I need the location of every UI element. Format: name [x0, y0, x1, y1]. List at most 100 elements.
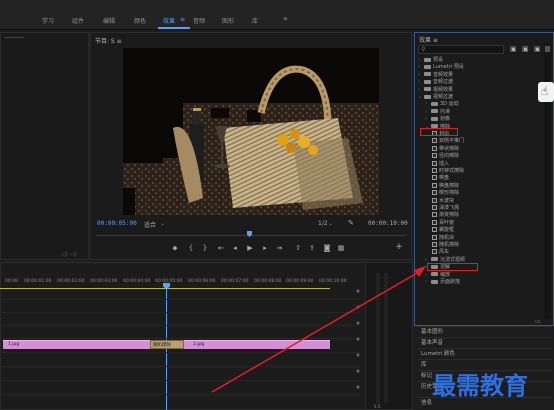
- effect-item[interactable]: 棋盘: [418, 175, 449, 182]
- chevron-down-icon[interactable]: ⌄: [328, 220, 333, 227]
- effect-label: 视频效果: [433, 86, 454, 93]
- chevron-down-icon[interactable]: ⌄: [160, 220, 165, 227]
- effects-folder[interactable]: › Lumetri 预设: [418, 64, 464, 71]
- effect-item[interactable]: 棋盘擦除: [418, 182, 459, 190]
- ruler-tick-label: 00:00:03:00: [90, 279, 118, 284]
- effects-folder[interactable]: › 音频过渡: [418, 79, 453, 86]
- effect-label: 3D 运动: [440, 101, 459, 108]
- transition-icon: [432, 153, 437, 159]
- effect-item[interactable]: 随机擦除: [418, 242, 459, 249]
- effect-item[interactable]: 水波块: [418, 197, 455, 205]
- workspace-bar: 学习 组件 编辑 颜色 效果 ≡ 音频 图形 库 »: [0, 0, 554, 30]
- overflow-icon[interactable]: »: [283, 14, 288, 23]
- compare-icon[interactable]: ▦: [336, 244, 346, 253]
- workspace-tab-learn[interactable]: 学习: [42, 16, 54, 25]
- effect-label: 风车: [439, 249, 450, 256]
- effect-item[interactable]: 径向擦除: [418, 153, 459, 160]
- folder-icon: [431, 109, 438, 114]
- effect-label: 百叶窗: [439, 219, 455, 226]
- extract-icon[interactable]: ⇪: [307, 244, 317, 253]
- effect-label: 双侧平推门: [439, 138, 465, 145]
- step-forward-icon[interactable]: ▸: [260, 244, 270, 253]
- effect-item[interactable]: 带状擦除: [418, 145, 459, 153]
- program-title[interactable]: 节目: S ≡: [95, 36, 122, 45]
- folder-icon: [424, 94, 431, 99]
- hand-cursor-icon: ☝: [538, 82, 554, 102]
- 32bit-effects-icon[interactable]: ▣: [522, 45, 529, 53]
- add-button-icon[interactable]: +: [394, 243, 404, 252]
- panel-essential-graphics[interactable]: 基本图形: [418, 326, 552, 337]
- effect-label: 棋盘: [439, 175, 450, 182]
- lift-icon[interactable]: ⇧: [293, 244, 303, 253]
- effects-folder[interactable]: › 音频效果: [418, 72, 453, 79]
- folder-icon: [431, 116, 438, 121]
- mark-in-icon[interactable]: {: [186, 244, 196, 253]
- wrench-icon[interactable]: ✎: [348, 219, 354, 227]
- transition-icon: [432, 205, 437, 210]
- go-to-out-icon[interactable]: ⇥: [274, 244, 284, 253]
- source-panel: ◁) ◁): [0, 32, 89, 260]
- effect-item[interactable]: 油漆飞溅: [418, 205, 459, 212]
- workspace-tab-graphics[interactable]: 图形: [222, 16, 234, 25]
- add-marker-icon[interactable]: ⬥: [170, 244, 180, 253]
- panel-tab-line: [4, 37, 24, 38]
- transition-clip[interactable]: 随机擦除: [150, 340, 184, 349]
- audio-tools-icon[interactable]: ◁) ◁): [61, 251, 77, 258]
- effects-title[interactable]: 效果 ≡: [419, 35, 438, 44]
- effect-item[interactable]: 时钟式擦除: [418, 168, 464, 175]
- effect-label: 油漆飞溅: [439, 205, 460, 211]
- transition-icon: [432, 219, 437, 225]
- effect-label: 渐变擦除: [439, 212, 460, 219]
- effect-item[interactable]: 双侧平推门: [418, 138, 464, 145]
- resolution-dropdown[interactable]: 1/2: [318, 220, 328, 227]
- effects-folder[interactable]: › 内滑: [418, 109, 450, 116]
- effect-label: 水波块: [439, 197, 455, 204]
- effect-label: 内滑: [440, 108, 451, 115]
- ruler-tick-label: 00:00:04:00: [123, 279, 151, 284]
- effects-folder[interactable]: › 3D 运动: [418, 101, 459, 108]
- folder-icon: [424, 79, 431, 84]
- effect-label: 页面剥落: [440, 279, 461, 285]
- transition-icon: [432, 175, 437, 181]
- transition-icon: [432, 190, 437, 196]
- yuv-effects-icon[interactable]: ▣: [534, 45, 541, 53]
- effect-item[interactable]: 螺旋框: [418, 227, 454, 234]
- workspace-tab-color[interactable]: 颜色: [134, 16, 146, 25]
- premiere-window: 学习 组件 编辑 颜色 效果 ≡ 音频 图形 库 » ◁) ◁) 节目: S ≡: [0, 0, 554, 410]
- transition-icon: [432, 227, 437, 233]
- workspace-tab-libraries[interactable]: 库: [252, 16, 258, 25]
- effect-item[interactable]: 百叶窗: [418, 219, 455, 227]
- panel-essential-sound[interactable]: 基本声音: [418, 337, 552, 348]
- effect-item[interactable]: 渐变擦除: [418, 212, 459, 219]
- effect-label: 螺旋框: [439, 227, 455, 234]
- play-icon[interactable]: ▶: [245, 244, 255, 253]
- workspace-tab-assembly[interactable]: 组件: [72, 16, 84, 25]
- solo-buttons[interactable]: S S: [374, 404, 380, 409]
- transition-icon: [432, 138, 437, 144]
- new-bin-icon[interactable]: ▭: [535, 318, 541, 325]
- workspace-tab-editing[interactable]: 编辑: [103, 16, 115, 25]
- go-to-in-icon[interactable]: ⇤: [216, 244, 226, 253]
- effect-label: 划像: [440, 116, 451, 123]
- step-back-icon[interactable]: ◂: [230, 244, 240, 253]
- fit-dropdown[interactable]: 适合: [144, 220, 156, 229]
- workspace-tab-audio[interactable]: 音频: [193, 16, 205, 25]
- menu-icon[interactable]: ≡: [180, 16, 185, 23]
- effects-folder[interactable]: ⌄ 视频过渡: [418, 94, 453, 101]
- mark-out-icon[interactable]: }: [200, 244, 210, 253]
- current-timecode[interactable]: 00:00:05:00: [97, 220, 137, 227]
- accelerated-effects-icon[interactable]: ▣: [510, 45, 517, 53]
- effect-item[interactable]: 风车: [418, 249, 449, 256]
- ruler-tick-label: 00:00: [5, 279, 18, 284]
- effect-item[interactable]: 插入: [418, 160, 449, 168]
- panel-lumetri-color[interactable]: Lumetri 颜色: [418, 348, 552, 359]
- export-frame-icon[interactable]: ◙: [322, 244, 332, 253]
- effect-item[interactable]: 随机块: [418, 234, 454, 242]
- effects-search-input[interactable]: ⚲: [418, 45, 504, 54]
- effects-folder[interactable]: › 预设: [418, 57, 443, 64]
- workspace-tab-effects[interactable]: 效果: [163, 16, 175, 25]
- effects-folder[interactable]: › 视频效果: [418, 87, 453, 94]
- effects-folder[interactable]: › 划像: [418, 116, 450, 123]
- scrollbar-thumb[interactable]: [545, 46, 550, 52]
- effect-item[interactable]: 楔形擦除: [418, 190, 459, 197]
